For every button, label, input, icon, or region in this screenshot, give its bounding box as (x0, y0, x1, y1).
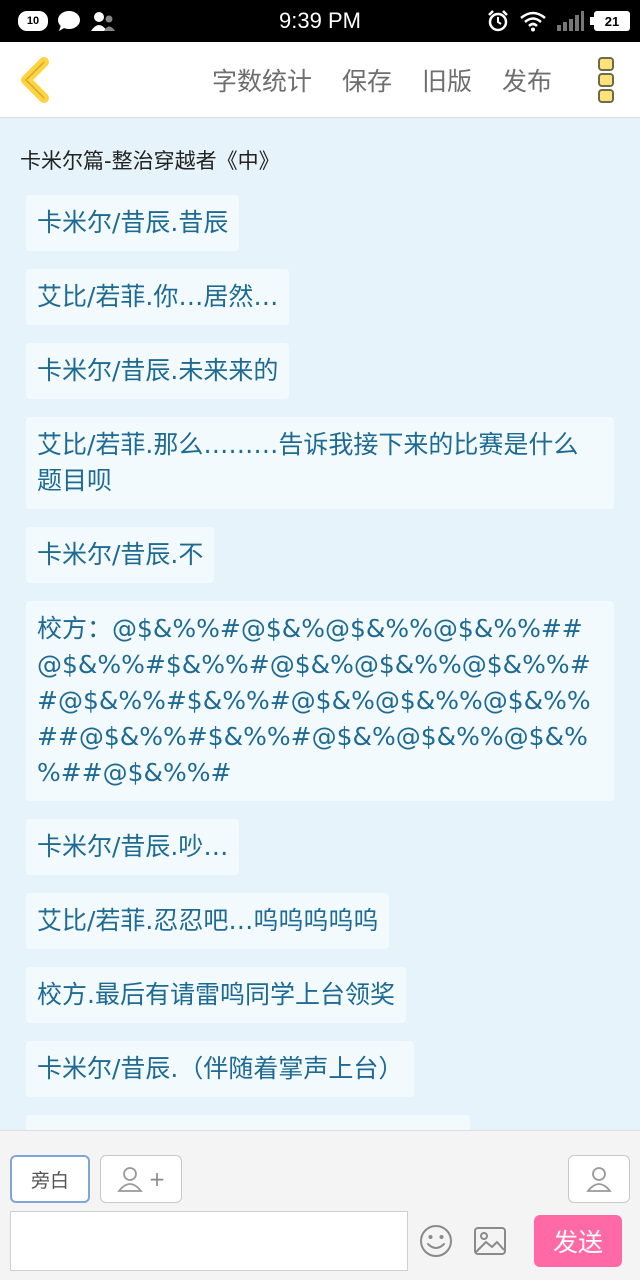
status-bar-right: 21 (486, 8, 630, 34)
word-count-button[interactable]: 字数统计 (212, 62, 312, 98)
dialogue-line[interactable]: 艾比/若菲.那么………告诉我接下来的比赛是什么题目呗 (26, 417, 614, 509)
back-chevron-icon (21, 57, 49, 103)
person-icon (586, 1167, 612, 1192)
image-icon (474, 1227, 506, 1255)
compose-bar: 旁白 + 发送 (0, 1130, 640, 1280)
dialogue-lines: 卡米尔/昔辰.昔辰 艾比/若菲.你…居然… 卡米尔/昔辰.未来来的 艾比/若菲.… (26, 195, 614, 1130)
dialogue-line[interactable]: 艾比/若菲.忍忍吧…呜呜呜呜呜 (26, 893, 390, 949)
more-menu-button[interactable] (592, 54, 620, 106)
battery-level: 21 (590, 11, 630, 31)
publish-button[interactable]: 发布 (502, 62, 552, 98)
wifi-icon (520, 11, 546, 32)
alarm-icon (488, 10, 508, 32)
dialogue-line[interactable]: 卡米尔/昔辰.昔辰 (26, 195, 240, 251)
more-dots-icon (598, 57, 614, 103)
dialogue-line[interactable]: 艾比/若菲.你…居然… (26, 269, 290, 325)
dialogue-line[interactable]: 卡米尔/昔辰.（伴随着掌声上台） (26, 1041, 415, 1097)
dialogue-line[interactable]: 卡米尔/昔辰.不 (26, 527, 215, 583)
person-icon (116, 1167, 143, 1192)
status-bar: 10 9:39 PM 21 (0, 0, 640, 42)
editor-toolbar: 字数统计 保存 旧版 发布 (0, 42, 640, 118)
image-button[interactable] (472, 1223, 508, 1259)
save-button[interactable]: 保存 (342, 62, 392, 98)
dialogue-line[interactable]: 校方.最后有请雷鸣同学上台领奖 (26, 967, 406, 1023)
dialogue-line-partial[interactable] (26, 1115, 470, 1130)
back-button[interactable] (14, 54, 54, 106)
role-select-button[interactable] (568, 1155, 630, 1203)
document-title[interactable]: 卡米尔篇-整治穿越者《中》 (20, 145, 280, 175)
signal-icon (557, 11, 584, 31)
dialogue-line[interactable]: 卡米尔/昔辰.未来来的 (26, 343, 290, 399)
document-content[interactable]: 卡米尔篇-整治穿越者《中》 卡米尔/昔辰.昔辰 艾比/若菲.你…居然… 卡米尔/… (0, 119, 640, 1130)
emoji-button[interactable] (418, 1223, 454, 1259)
add-role-button[interactable]: + (100, 1155, 182, 1203)
toolbar-actions: 字数统计 保存 旧版 发布 (212, 42, 552, 118)
message-input[interactable] (10, 1211, 408, 1271)
send-button[interactable]: 发送 (534, 1215, 622, 1267)
dialogue-line[interactable]: 卡米尔/昔辰.吵… (26, 819, 240, 875)
plus-label: + (148, 1167, 166, 1191)
narration-button[interactable]: 旁白 (10, 1155, 90, 1203)
smiley-icon (420, 1225, 452, 1257)
old-version-button[interactable]: 旧版 (422, 62, 472, 98)
dialogue-line[interactable]: 校方：@$&%%#@$&%@$&%%@$&%%##@$&%%#$&%%#@$&%… (26, 601, 614, 801)
